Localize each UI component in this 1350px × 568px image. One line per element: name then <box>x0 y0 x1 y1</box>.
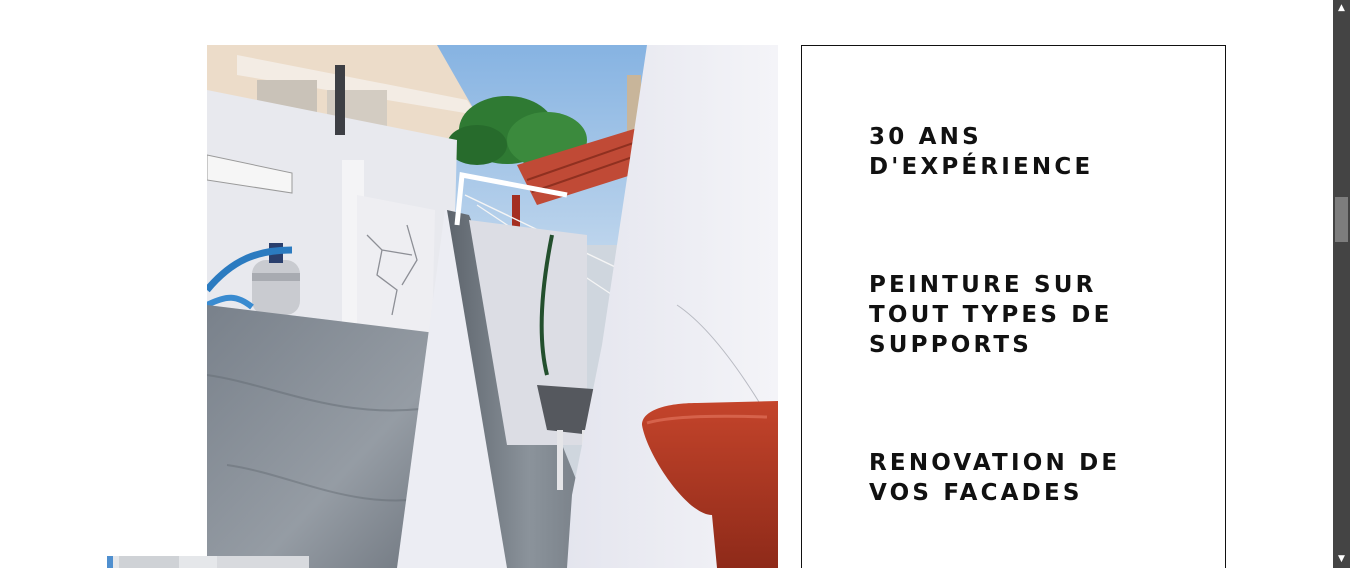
triangle-up-icon[interactable]: ▲ <box>1333 0 1350 17</box>
thumbnail-photo-image <box>107 556 309 568</box>
vertical-scrollbar[interactable]: ▲ ▼ <box>1333 0 1350 568</box>
features-panel: 30 ANS D'EXPÉRIENCE PEINTURE SUR TOUT TY… <box>801 45 1226 568</box>
triangle-down-icon[interactable]: ▼ <box>1333 551 1350 568</box>
terrace-photo-image <box>207 45 778 568</box>
thumbnail-photo <box>107 556 309 568</box>
feature-facade-renovation: RENOVATION DE VOS FACADES <box>869 450 1121 506</box>
terrace-photo <box>207 45 778 568</box>
scrollbar-thumb[interactable] <box>1335 197 1348 242</box>
feature-experience: 30 ANS D'EXPÉRIENCE <box>869 124 1094 180</box>
page: 30 ANS D'EXPÉRIENCE PEINTURE SUR TOUT TY… <box>0 0 1350 568</box>
feature-painting-supports: PEINTURE SUR TOUT TYPES DE SUPPORTS <box>869 272 1113 358</box>
